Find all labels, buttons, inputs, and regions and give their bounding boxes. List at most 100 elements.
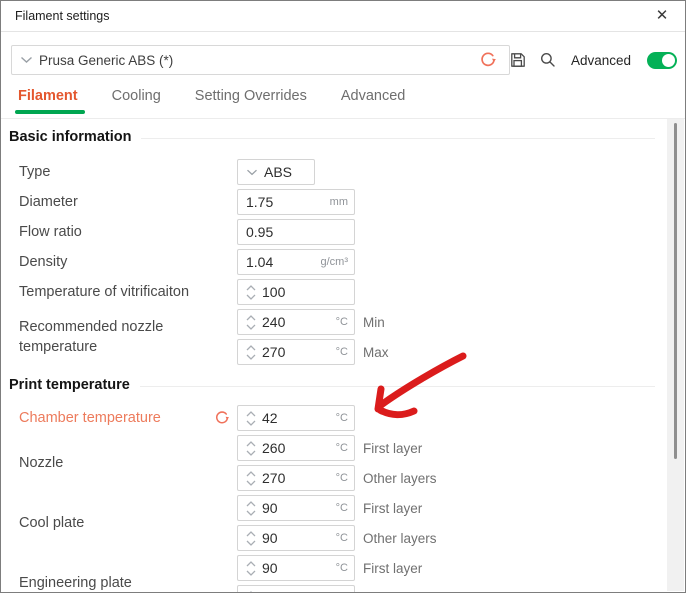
cool-plate-other-layers-input[interactable] [262, 530, 332, 546]
field-label: Diameter [19, 192, 78, 212]
unit-label: °C [332, 316, 348, 328]
preset-combobox[interactable]: Prusa Generic ABS (*) [11, 45, 510, 75]
spinner-down-icon [246, 480, 256, 486]
section-title: Basic information [9, 129, 131, 145]
engineering-plate-other-layers-input[interactable] [262, 590, 348, 592]
section-header-basic-information: Basic information [1, 119, 669, 157]
section-title: Print temperature [9, 377, 130, 393]
side-label-other-layers: Other layers [363, 471, 437, 486]
spinner-down-icon [246, 294, 256, 300]
row-nozzle-temperature: Nozzle °C First layer [19, 433, 669, 493]
nozzle-temp-max-input[interactable] [262, 344, 332, 360]
tab-cooling[interactable]: Cooling [112, 88, 161, 118]
spinner-up-icon [246, 411, 256, 417]
spinner-down-icon [246, 510, 256, 516]
unit-label: °C [332, 442, 348, 454]
close-icon[interactable]: ✕ [651, 5, 673, 27]
diameter-field: mm [237, 189, 355, 215]
unit-label: °C [332, 472, 348, 484]
row-recommended-nozzle-temperature: Recommended nozzle temperature °C Min [19, 307, 669, 367]
row-cool-plate-temperature: Cool plate °C First layer [19, 493, 669, 553]
unit-label: °C [332, 532, 348, 544]
field-label: Engineering plate [19, 573, 132, 592]
spinner-down-icon [246, 354, 256, 360]
engineering-plate-first-layer-field: °C [237, 555, 355, 581]
row-flow-ratio: Flow ratio [19, 217, 669, 247]
filament-settings-dialog: Filament settings ✕ Prusa Generic ABS (*… [0, 0, 686, 593]
tab-advanced[interactable]: Advanced [341, 88, 406, 118]
chamber-temperature-field: °C [237, 405, 355, 431]
spinner-down-icon [246, 540, 256, 546]
advanced-mode-toggle[interactable] [647, 52, 677, 69]
spinner-down-icon [246, 570, 256, 576]
density-input[interactable] [246, 254, 317, 270]
tab-setting-overrides[interactable]: Setting Overrides [195, 88, 307, 118]
spinner-buttons[interactable] [246, 411, 256, 426]
spinner-buttons[interactable] [246, 471, 256, 486]
spinner-up-icon [246, 531, 256, 537]
row-engineering-plate-temperature: Engineering plate °C First layer [19, 553, 669, 592]
engineering-plate-other-layers-field-clipped [237, 585, 355, 592]
reset-value-icon[interactable] [214, 410, 230, 426]
spinner-buttons[interactable] [246, 285, 256, 300]
settings-tab-bar: Filament Cooling Setting Overrides Advan… [1, 75, 685, 119]
cool-plate-other-layers-field: °C [237, 525, 355, 551]
side-label-other-layers: Other layers [363, 531, 437, 546]
spinner-down-icon [246, 450, 256, 456]
spinner-buttons[interactable] [246, 315, 256, 330]
dialog-title: Filament settings [15, 9, 109, 23]
unit-label: g/cm³ [317, 256, 349, 268]
unit-label: °C [332, 502, 348, 514]
spinner-down-icon [246, 420, 256, 426]
title-bar: Filament settings ✕ [1, 1, 685, 32]
spinner-up-icon [246, 471, 256, 477]
engineering-plate-first-layer-input[interactable] [262, 560, 332, 576]
vertical-scrollbar[interactable] [667, 119, 684, 591]
scrollbar-thumb[interactable] [674, 123, 677, 459]
row-density: Density g/cm³ [19, 247, 669, 277]
side-label-first-layer: First layer [363, 441, 422, 456]
row-chamber-temperature: Chamber temperature °C [19, 403, 669, 433]
settings-scroll-area: Basic information Type ABS Diameter [1, 119, 669, 592]
side-label-first-layer: First layer [363, 561, 422, 576]
field-label: Density [19, 252, 67, 272]
flow-ratio-input[interactable] [246, 224, 348, 240]
spinner-buttons[interactable] [246, 531, 256, 546]
spinner-up-icon [246, 501, 256, 507]
spinner-down-icon [246, 324, 256, 330]
spinner-buttons[interactable] [246, 591, 256, 593]
spinner-buttons[interactable] [246, 561, 256, 576]
flow-ratio-field [237, 219, 355, 245]
field-label: Type [19, 162, 50, 182]
nozzle-temp-max-field: °C [237, 339, 355, 365]
nozzle-first-layer-input[interactable] [262, 440, 332, 456]
tab-filament[interactable]: Filament [18, 88, 78, 118]
nozzle-other-layers-input[interactable] [262, 470, 332, 486]
field-label-modified: Chamber temperature [19, 408, 161, 428]
save-preset-icon[interactable] [509, 51, 527, 69]
vitrification-input[interactable] [262, 284, 348, 300]
spinner-buttons[interactable] [246, 345, 256, 360]
section-divider [140, 386, 655, 387]
advanced-mode-label: Advanced [571, 53, 631, 68]
row-diameter: Diameter mm [19, 187, 669, 217]
cool-plate-first-layer-input[interactable] [262, 500, 332, 516]
field-label: Nozzle [19, 453, 63, 473]
type-select[interactable]: ABS [237, 159, 315, 185]
reset-preset-icon[interactable] [479, 51, 497, 69]
chevron-down-icon [246, 169, 258, 176]
search-icon[interactable] [539, 51, 557, 69]
spinner-up-icon [246, 285, 256, 291]
spinner-buttons[interactable] [246, 501, 256, 516]
chamber-temperature-input[interactable] [262, 410, 332, 426]
field-label: Temperature of vitrificaiton [19, 282, 189, 302]
spinner-buttons[interactable] [246, 441, 256, 456]
nozzle-temp-min-input[interactable] [262, 314, 332, 330]
density-field: g/cm³ [237, 249, 355, 275]
toggle-knob [662, 54, 675, 67]
diameter-input[interactable] [246, 194, 326, 210]
side-label-first-layer: First layer [363, 501, 422, 516]
field-label: Flow ratio [19, 222, 82, 242]
preset-toolbar: Prusa Generic ABS (*) [1, 45, 685, 75]
type-select-value: ABS [264, 164, 292, 180]
